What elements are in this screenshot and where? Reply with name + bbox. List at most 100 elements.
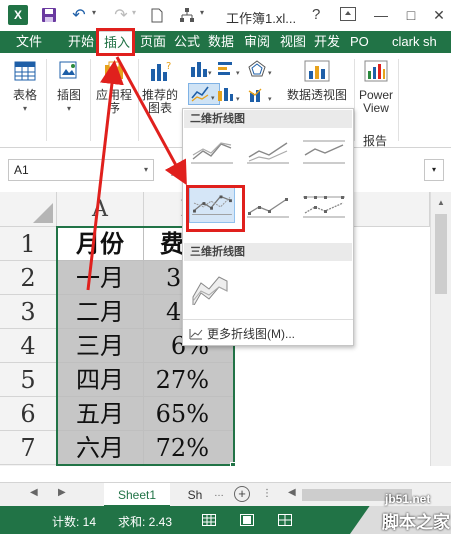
formula-bar-dots: ⋮ — [166, 164, 178, 178]
name-box-value: A1 — [14, 163, 29, 177]
column-header-a[interactable]: A — [57, 192, 144, 227]
select-all-button[interactable] — [0, 192, 57, 227]
tab-file[interactable]: 文件 — [0, 31, 58, 53]
row-header-8[interactable]: 8 — [0, 465, 57, 466]
page-layout-view-icon[interactable] — [240, 514, 254, 526]
table-button[interactable]: 表格 ▾ — [8, 59, 42, 115]
radar-chart-button[interactable]: ▾ — [246, 59, 276, 79]
scroll-left-icon[interactable]: ◀ — [288, 487, 296, 498]
row-header-4[interactable]: 4 — [0, 329, 57, 363]
apps-label-line2: 序 — [107, 101, 120, 115]
window-title: 工作簿1.xl... — [226, 11, 297, 26]
row-header-6[interactable]: 6 — [0, 397, 57, 431]
tab-formulas[interactable]: 公式 — [174, 31, 200, 53]
name-box-dropdown-icon[interactable]: ▾ — [144, 160, 148, 180]
percent-stacked-line-with-markers-chart-option-icon — [303, 196, 345, 218]
statistic-chart-button[interactable]: ▾ — [214, 85, 244, 105]
save-icon[interactable] — [40, 5, 58, 25]
illustrations-button[interactable]: 插图 ▾ — [52, 59, 86, 115]
more-line-charts-button[interactable]: 更多折线图(M)... — [189, 325, 295, 342]
title-bar: X ↶ ▾ ↷ ▾ ▾ 工作簿1.xl... ? — □ ✕ — [0, 0, 451, 31]
redo-dropdown-icon[interactable]: ▾ — [132, 8, 136, 17]
percent-stacked-line-chart-option[interactable] — [301, 133, 347, 171]
sheet-nav-prev-icon[interactable]: ◀ — [30, 487, 38, 498]
fill-handle[interactable] — [230, 462, 236, 466]
sheet-tab-bar: ◀ ▶ Sheet1 Sh … + ⋮ ◀ — [0, 482, 451, 507]
row-header-7[interactable]: 7 — [0, 431, 57, 465]
row-header-3[interactable]: 3 — [0, 295, 57, 329]
ribbon-display-options-icon[interactable] — [340, 7, 356, 21]
line-chart-option[interactable] — [189, 133, 235, 171]
quick-access-dropdown-icon[interactable]: ▾ — [200, 8, 204, 17]
minimize-button[interactable]: — — [370, 4, 392, 26]
bar-chart-button[interactable]: ▾ — [214, 59, 244, 79]
tab-insert[interactable]: 插入 — [99, 31, 136, 53]
cell-b5[interactable]: 27% — [144, 363, 234, 397]
vertical-scroll-thumb[interactable] — [435, 214, 447, 294]
cell-a1[interactable]: 月份 — [57, 227, 144, 261]
add-sheet-button[interactable]: + — [234, 486, 250, 502]
tab-view[interactable]: 视图 — [280, 31, 306, 53]
undo-icon[interactable]: ↶ — [70, 5, 88, 25]
vertical-scrollbar[interactable]: ▲ — [430, 192, 451, 466]
cell-a4[interactable]: 三月 — [57, 329, 144, 363]
sheet-tab-other[interactable]: Sh — [178, 483, 212, 507]
tab-data[interactable]: 数据 — [208, 31, 234, 53]
user-account[interactable]: clark sh — [392, 31, 437, 53]
cell-a2[interactable]: 一月 — [57, 261, 144, 295]
maximize-button[interactable]: □ — [400, 4, 422, 26]
close-button[interactable]: ✕ — [428, 4, 450, 26]
apps-button[interactable]: 应用程 序 — [94, 59, 134, 115]
page-break-view-icon[interactable] — [278, 514, 292, 526]
row-header-5[interactable]: 5 — [0, 363, 57, 397]
undo-dropdown-icon[interactable]: ▾ — [92, 8, 96, 17]
cell-a3[interactable]: 二月 — [57, 295, 144, 329]
help-icon[interactable]: ? — [312, 6, 320, 23]
pivotchart-button[interactable]: 数据透视图 — [280, 59, 354, 102]
line-chart-option-icon — [191, 142, 233, 164]
tab-developer[interactable]: 开发 — [314, 31, 340, 53]
table-label: 表格 — [12, 88, 37, 102]
row-header-2[interactable]: 2 — [0, 261, 57, 295]
stacked-line-with-markers-chart-option-icon — [247, 198, 289, 218]
sheet-tab-sheet1[interactable]: Sheet1 — [104, 483, 170, 507]
cell-b7[interactable]: 72% — [144, 431, 234, 465]
bar-chart-icon: ▾ — [218, 62, 240, 77]
dropdown-header-2d: 二维折线图 — [184, 110, 352, 128]
watermark-brand: 脚本之家 — [382, 513, 450, 532]
combo-chart-button[interactable]: ▾ — [246, 85, 276, 105]
cell-a7[interactable]: 六月 — [57, 431, 144, 465]
name-box[interactable]: A1 ▾ — [8, 159, 154, 181]
pivotchart-label: 数据透视图 — [286, 88, 347, 102]
apps-icon — [105, 61, 123, 79]
cell-a6[interactable]: 五月 — [57, 397, 144, 431]
recommended-charts-button[interactable]: ? 推荐的 图表 — [140, 59, 180, 115]
column-chart-button[interactable]: ▾ — [188, 59, 214, 79]
percent-stacked-line-with-markers-chart-option[interactable] — [301, 187, 347, 225]
radar-chart-icon: ▾ — [248, 60, 272, 77]
status-count: 计数: 14 — [52, 515, 97, 529]
new-document-icon[interactable] — [150, 5, 164, 25]
tab-review[interactable]: 审阅 — [244, 31, 270, 53]
formula-bar-expand-button[interactable]: ▾ — [424, 159, 444, 181]
tab-powerpivot[interactable]: PO — [350, 31, 369, 53]
excel-logo-icon[interactable]: X — [8, 5, 28, 25]
power-view-button[interactable]: Power View — [356, 59, 396, 115]
stacked-line-with-markers-chart-option[interactable] — [245, 187, 291, 225]
hierarchy-icon[interactable] — [178, 5, 196, 25]
line-with-markers-chart-option[interactable] — [189, 185, 235, 223]
sheet-nav-next-icon[interactable]: ▶ — [58, 487, 66, 498]
3d-line-chart-option[interactable] — [189, 267, 235, 309]
line-chart-dropdown: 二维折线图 三维折线图 更多折线图(M)... — [182, 108, 354, 346]
tab-page-layout[interactable]: 页面 — [140, 31, 166, 53]
svg-text:▾: ▾ — [236, 70, 240, 77]
scroll-up-icon[interactable]: ▲ — [437, 198, 445, 207]
cell-a5[interactable]: 四月 — [57, 363, 144, 397]
redo-icon[interactable]: ↷ — [112, 5, 130, 25]
tab-home[interactable]: 开始 — [68, 31, 94, 53]
normal-view-icon[interactable] — [202, 514, 216, 526]
stacked-line-chart-option[interactable] — [245, 133, 291, 171]
row-header-1[interactable]: 1 — [0, 227, 57, 261]
power-view-label-line2: View — [363, 101, 389, 115]
cell-b6[interactable]: 65% — [144, 397, 234, 431]
